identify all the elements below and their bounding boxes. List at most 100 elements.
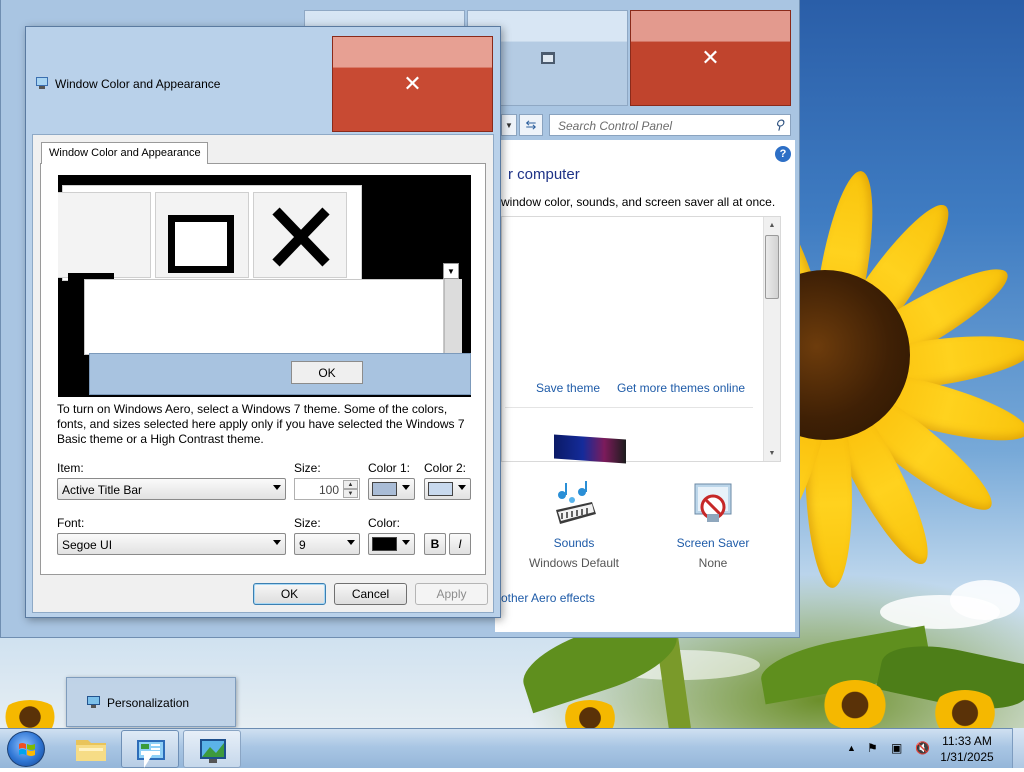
cancel-button[interactable]: Cancel — [334, 583, 407, 605]
personalization-icon — [200, 739, 226, 763]
taskbar-explorer[interactable] — [62, 730, 120, 768]
tab-window-color[interactable]: Window Color and Appearance — [41, 142, 208, 164]
aero-info-text: To turn on Windows Aero, select a Window… — [57, 402, 465, 446]
preview-maximize-button — [155, 192, 249, 278]
start-button[interactable] — [7, 731, 45, 767]
search-icon[interactable]: ⚲ — [774, 117, 784, 133]
screen-saver-value: None — [698, 556, 728, 570]
chevron-down-icon[interactable]: ▼ — [343, 489, 358, 498]
search-placeholder: Search Control Panel — [558, 119, 673, 133]
clock-time: 11:33 AM — [942, 734, 992, 748]
preview-ok-button: OK — [291, 361, 363, 384]
scroll-thumb[interactable] — [765, 235, 779, 299]
chevron-down-icon — [402, 540, 410, 545]
sounds-tile[interactable]: Sounds Windows Default — [524, 480, 624, 570]
chevron-down-icon — [402, 485, 410, 490]
preview-close-button — [253, 192, 347, 278]
personalization-icon — [87, 696, 100, 708]
font-color-picker[interactable] — [368, 533, 415, 555]
recent-pages-dropdown[interactable]: ▼ — [501, 114, 517, 136]
color1-swatch — [372, 482, 397, 496]
scroll-down-icon[interactable]: ▼ — [764, 445, 780, 461]
action-center-flag-icon[interactable]: ⚑ — [867, 741, 878, 755]
close-icon: ✕ — [403, 71, 422, 97]
font-size-value: 9 — [299, 538, 306, 552]
dialog-app-icon — [36, 77, 48, 89]
refresh-button[interactable]: ⇆ — [519, 114, 543, 136]
network-icon[interactable]: ▣ — [891, 741, 902, 755]
chevron-down-icon — [458, 485, 466, 490]
more-themes-link[interactable]: Get more themes online — [617, 381, 745, 395]
windows-logo-icon — [19, 743, 35, 756]
refresh-icon: ⇆ — [525, 117, 537, 132]
font-size-select[interactable]: 9 — [294, 533, 360, 555]
chevron-down-icon — [347, 540, 355, 545]
themes-list[interactable]: ▲ ▼ — [501, 216, 781, 462]
item-select-value: Active Title Bar — [62, 483, 143, 497]
sounds-value: Windows Default — [528, 556, 620, 570]
small-sunflower — [930, 690, 1000, 728]
save-theme-link[interactable]: Save theme — [536, 381, 600, 395]
small-sunflower — [820, 680, 890, 728]
maximize-icon — [168, 215, 234, 273]
color2-swatch — [428, 482, 453, 496]
help-icon[interactable]: ? — [775, 146, 791, 162]
address-toolbar: ▼ ⇆ Search Control Panel ⚲ — [501, 114, 793, 138]
dialog-title: Window Color and Appearance — [55, 77, 221, 91]
color2-label: Color 2: — [424, 461, 467, 475]
tab-panel: ▼ OK To turn on Windows Aero, select a W… — [40, 163, 486, 575]
window-color-dialog: Window Color and Appearance ✕ Window Col… — [25, 26, 501, 618]
preview-minimize-button — [58, 192, 151, 285]
screen-saver-tile[interactable]: Screen Saver None — [663, 480, 763, 570]
preview-message-box — [89, 353, 471, 395]
chevron-up-icon[interactable]: ▲ — [343, 480, 358, 489]
taskbar-thumbnail-preview[interactable]: Personalization — [66, 677, 236, 727]
item-label: Item: — [57, 461, 84, 475]
ok-button[interactable]: OK — [253, 583, 326, 605]
font-size-label: Size: — [294, 516, 321, 530]
search-input[interactable]: Search Control Panel ⚲ — [549, 114, 791, 136]
volume-muted-icon[interactable]: 🔇 — [915, 741, 930, 755]
cloud — [950, 580, 1020, 620]
font-select[interactable]: Segoe UI — [57, 533, 286, 555]
sounds-icon — [548, 480, 600, 532]
close-icon: ✕ — [701, 45, 720, 71]
dialog-close-button[interactable]: ✕ — [332, 36, 493, 132]
divider — [505, 407, 753, 408]
theme-thumbnail[interactable] — [554, 434, 626, 464]
show-hidden-icons-icon[interactable]: ▲ — [847, 743, 856, 753]
aero-effects-link[interactable]: other Aero effects — [501, 591, 595, 605]
close-button[interactable]: ✕ — [630, 10, 791, 106]
bold-button[interactable]: B — [424, 533, 446, 555]
color2-picker[interactable] — [424, 478, 471, 500]
chevron-down-icon — [273, 540, 281, 545]
taskbar-personalization[interactable] — [183, 730, 241, 768]
preview-window — [58, 185, 362, 285]
page-description: window color, sounds, and screen saver a… — [501, 195, 776, 209]
appearance-preview[interactable]: ▼ OK — [58, 175, 471, 397]
item-size-stepper[interactable]: 100 ▲ ▼ — [294, 478, 360, 500]
sounds-label[interactable]: Sounds — [524, 536, 624, 550]
themes-scrollbar[interactable]: ▲ ▼ — [763, 217, 780, 461]
folder-icon — [76, 740, 106, 761]
dialog-client-area: Window Color and Appearance ▼ OK To turn… — [32, 134, 494, 613]
apply-button[interactable]: Apply — [415, 583, 488, 605]
mouse-cursor-icon — [144, 752, 154, 768]
item-size-label: Size: — [294, 461, 321, 475]
italic-button[interactable]: I — [449, 533, 471, 555]
small-sunflower — [560, 700, 620, 728]
item-select[interactable]: Active Title Bar — [57, 478, 286, 500]
show-desktop-button[interactable] — [1012, 728, 1024, 768]
color1-label: Color 1: — [368, 461, 411, 475]
screen-saver-label[interactable]: Screen Saver — [663, 536, 763, 550]
small-sunflower — [0, 700, 60, 728]
page-heading: r computer — [508, 166, 580, 183]
maximize-icon — [540, 52, 555, 64]
close-icon — [272, 207, 330, 267]
color1-picker[interactable] — [368, 478, 415, 500]
taskbar-clock[interactable]: 11:33 AM 1/31/2025 — [935, 733, 999, 765]
preview-scrollbar — [444, 279, 462, 355]
scroll-up-icon[interactable]: ▲ — [764, 217, 780, 233]
font-color-swatch — [372, 537, 397, 551]
screen-saver-icon — [687, 480, 739, 532]
